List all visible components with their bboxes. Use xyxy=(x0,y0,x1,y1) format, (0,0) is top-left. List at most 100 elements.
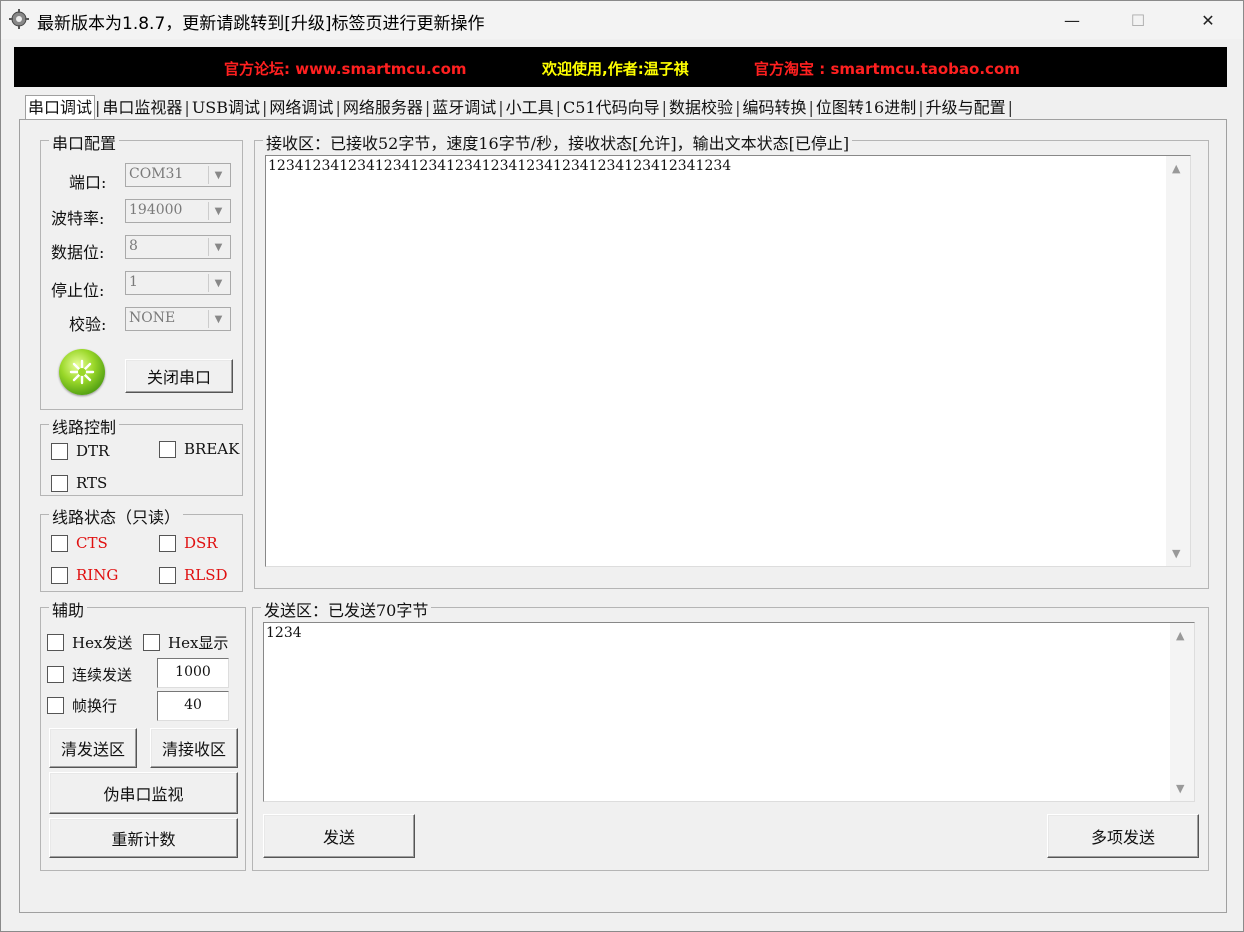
hex-send-checkbox[interactable]: Hex发送 xyxy=(47,632,132,653)
send-textarea[interactable]: 1234 ▲ ▼ xyxy=(263,622,1195,802)
ring-label: RING xyxy=(76,566,119,584)
maximize-icon: ☐ xyxy=(1130,10,1146,30)
checkbox-box xyxy=(159,566,176,584)
minimize-button[interactable]: — xyxy=(1049,1,1095,39)
chevron-down-icon: ▼ xyxy=(208,166,228,184)
stopbits-label: 停止位: xyxy=(51,281,105,300)
checkbox-box xyxy=(47,697,64,714)
rts-checkbox[interactable]: RTS xyxy=(51,474,107,492)
rlsd-label: RLSD xyxy=(184,566,228,584)
fake-monitor-button[interactable]: 伪串口监视 xyxy=(49,772,238,814)
send-group: 发送区：已发送70字节 1234 ▲ ▼ 发送 多项发送 xyxy=(252,597,1209,871)
line-status-group: 线路状态（只读） CTS DSR RING RLSD xyxy=(40,504,243,592)
tab-bar: 串口调试 | 串口监视器 | USB调试 | 网络调试 | 网络服务器 | 蓝牙调试 | 小工具 | C51… xyxy=(25,95,1013,119)
multi-send-button[interactable]: 多项发送 xyxy=(1047,814,1199,858)
clear-receive-button[interactable]: 清接收区 xyxy=(150,728,238,768)
tab-tools[interactable]: 小工具 xyxy=(504,96,556,120)
minimize-icon: — xyxy=(1064,10,1080,30)
ring-checkbox: RING xyxy=(51,566,118,584)
continuous-send-checkbox[interactable]: 连续发送 xyxy=(47,664,132,685)
stopbits-select[interactable]: 1 ▼ xyxy=(125,271,231,295)
dsr-checkbox: DSR xyxy=(159,534,218,552)
checkbox-box xyxy=(51,566,68,584)
scroll-up-icon[interactable]: ▲ xyxy=(1176,629,1184,642)
send-content: 1234 xyxy=(266,625,302,641)
tab-upgrade[interactable]: 升级与配置 xyxy=(924,96,1008,120)
send-title: 发送区：已发送70字节 xyxy=(261,597,432,621)
databits-label: 数据位: xyxy=(51,243,105,262)
checkbox-box xyxy=(51,474,68,492)
checkbox-box xyxy=(47,666,64,683)
line-status-title: 线路状态（只读） xyxy=(49,504,184,528)
app-window: 最新版本为1.8.7，更新请跳转到[升级]标签页进行更新操作 — ☐ ✕ 官方论… xyxy=(0,0,1244,932)
close-port-button[interactable]: 关闭串口 xyxy=(125,359,233,393)
tab-network-debug[interactable]: 网络调试 xyxy=(267,96,335,120)
tab-encoding[interactable]: 编码转换 xyxy=(740,96,808,120)
tab-bluetooth-debug[interactable]: 蓝牙调试 xyxy=(430,96,498,120)
baud-value: 194000 xyxy=(129,202,183,218)
hex-send-label: Hex发送 xyxy=(72,634,133,652)
serial-config-title: 串口配置 xyxy=(49,130,120,154)
tab-c51-wizard[interactable]: C51代码向导 xyxy=(561,96,662,120)
banner-forum-link[interactable]: 官方论坛: www.smartmcu.com xyxy=(224,58,467,79)
send-scrollbar[interactable]: ▲ ▼ xyxy=(1170,623,1194,801)
title-bar: 最新版本为1.8.7，更新请跳转到[升级]标签页进行更新操作 — ☐ ✕ xyxy=(1,1,1243,39)
parity-label: 校验: xyxy=(69,315,107,334)
aux-group: 辅助 Hex发送 Hex显示 连续发送 1000 帧换行 40 清发送区 清接收… xyxy=(40,597,246,871)
continuous-send-label: 连续发送 xyxy=(72,666,133,684)
aux-title: 辅助 xyxy=(49,597,88,621)
tab-network-server[interactable]: 网络服务器 xyxy=(341,96,425,120)
tab-usb-debug[interactable]: USB调试 xyxy=(190,96,262,120)
break-checkbox[interactable]: BREAK xyxy=(159,440,239,458)
line-control-title: 线路控制 xyxy=(49,414,120,438)
parity-select[interactable]: NONE ▼ xyxy=(125,307,231,331)
tab-serial-monitor[interactable]: 串口监视器 xyxy=(100,96,184,120)
port-select[interactable]: COM31 ▼ xyxy=(125,163,231,187)
frame-newline-input[interactable]: 40 xyxy=(157,691,229,721)
window-title: 最新版本为1.8.7，更新请跳转到[升级]标签页进行更新操作 xyxy=(37,14,485,34)
tab-serial-debug[interactable]: 串口调试 xyxy=(25,95,96,119)
receive-scrollbar[interactable]: ▲ ▼ xyxy=(1166,156,1190,566)
cts-checkbox: CTS xyxy=(51,534,108,552)
chevron-down-icon: ▼ xyxy=(208,238,228,256)
receive-content: 1234123412341234123412341234123412341234… xyxy=(268,158,732,174)
dtr-checkbox[interactable]: DTR xyxy=(51,442,109,460)
continuous-interval-input[interactable]: 1000 xyxy=(157,658,229,688)
receive-title: 接收区：已接收52字节，速度16字节/秒，接收状态[允许]，输出文本状态[已停止… xyxy=(263,130,853,154)
dsr-label: DSR xyxy=(184,534,218,552)
tab-panel: 串口配置 端口: COM31 ▼ 波特率: 194000 ▼ 数据位: 8 ▼ … xyxy=(19,119,1227,913)
scroll-down-icon[interactable]: ▼ xyxy=(1176,782,1184,795)
serial-config-group: 串口配置 端口: COM31 ▼ 波特率: 194000 ▼ 数据位: 8 ▼ … xyxy=(40,130,243,410)
frame-newline-checkbox[interactable]: 帧换行 xyxy=(47,695,117,716)
send-button[interactable]: 发送 xyxy=(263,814,415,858)
databits-select[interactable]: 8 ▼ xyxy=(125,235,231,259)
close-button[interactable]: ✕ xyxy=(1185,1,1231,39)
recount-button[interactable]: 重新计数 xyxy=(49,818,238,858)
rts-label: RTS xyxy=(76,474,108,492)
banner: 官方论坛: www.smartmcu.com 欢迎使用,作者:温子祺 官方淘宝 … xyxy=(14,47,1227,87)
maximize-button[interactable]: ☐ xyxy=(1115,1,1161,39)
close-icon: ✕ xyxy=(1201,10,1215,30)
parity-value: NONE xyxy=(129,310,176,326)
checkbox-box xyxy=(51,534,68,552)
stopbits-value: 1 xyxy=(129,274,138,290)
tab-checksum[interactable]: 数据校验 xyxy=(667,96,735,120)
checkbox-box xyxy=(51,442,68,460)
banner-taobao-link[interactable]: 官方淘宝 : smartmcu.taobao.com xyxy=(754,58,1020,79)
receive-group: 接收区：已接收52字节，速度16字节/秒，接收状态[允许]，输出文本状态[已停止… xyxy=(254,130,1209,589)
receive-textarea[interactable]: 1234123412341234123412341234123412341234… xyxy=(265,155,1191,567)
rlsd-checkbox: RLSD xyxy=(159,566,228,584)
checkbox-box xyxy=(159,534,176,552)
banner-welcome: 欢迎使用,作者:温子祺 xyxy=(542,60,689,78)
tab-bitmap-hex[interactable]: 位图转16进制 xyxy=(814,96,918,120)
scroll-down-icon[interactable]: ▼ xyxy=(1172,547,1180,560)
chevron-down-icon: ▼ xyxy=(208,202,228,220)
checkbox-box xyxy=(47,634,64,651)
checkbox-box xyxy=(159,440,176,458)
gear-icon xyxy=(9,9,29,29)
baud-select[interactable]: 194000 ▼ xyxy=(125,199,231,223)
cts-label: CTS xyxy=(76,534,108,552)
hex-display-checkbox[interactable]: Hex显示 xyxy=(143,632,228,653)
scroll-up-icon[interactable]: ▲ xyxy=(1172,162,1180,175)
clear-send-button[interactable]: 清发送区 xyxy=(49,728,137,768)
